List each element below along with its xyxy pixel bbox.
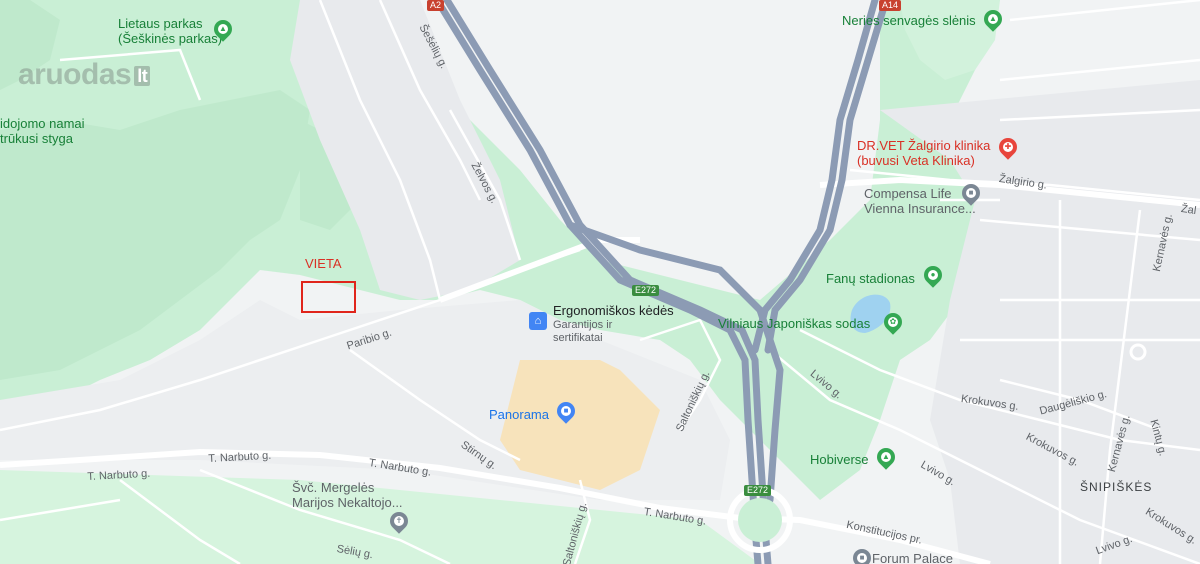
poi-name-line-2: Garantijos ir: [553, 319, 613, 331]
road-shield-a2: A2: [427, 0, 445, 11]
poi-name-line-1: Švč. Mergelės: [292, 480, 375, 495]
map-base-layer: [0, 0, 1200, 564]
park-label-lietaus[interactable]: Lietaus parkas (Šeškinės parkas): [118, 16, 222, 46]
park-name-line-2: trūkusi styga: [0, 131, 73, 146]
poi-label-svc[interactable]: Švč. Mergelės Marijos Nekaltojo...: [292, 480, 403, 510]
park-label-vidojomo[interactable]: idojomo namai trūkusi styga: [0, 116, 85, 146]
poi-name-line-1: DR.VET Žalgirio klinika: [857, 138, 991, 153]
road-shield-a14: A14: [879, 0, 902, 11]
aruodas-watermark: aruodas lt: [18, 58, 151, 92]
poi-name-line-2: Marijos Nekaltojo...: [292, 495, 403, 510]
poi-name-line-1: Ergonomiškos kėdės: [553, 303, 674, 318]
watermark-brand: aruodas: [18, 58, 132, 91]
poi-label-japonu[interactable]: Vilniaus Japoniškas sodas: [718, 316, 870, 331]
poi-name-line-3: sertifikatai: [553, 332, 603, 344]
map-view[interactable]: aruodas lt VIETA Lietaus parkas (Šeškinės…: [0, 0, 1200, 564]
park-label-neries[interactable]: Neries senvagės slėnis: [842, 13, 976, 28]
poi-label-hobiverse[interactable]: Hobiverse: [810, 452, 869, 467]
poi-name-line-1: Compensa Life: [864, 186, 952, 201]
park-name-line-1: idojomo namai: [0, 116, 85, 131]
park-name-line-2: (Šeškinės parkas): [118, 31, 223, 46]
vieta-label: VIETA: [305, 256, 342, 271]
watermark-suffix: lt: [134, 65, 151, 86]
shopping-bag-icon[interactable]: ⌂: [529, 312, 547, 330]
poi-label-forum[interactable]: Forum Palace: [872, 552, 953, 564]
poi-label-panorama[interactable]: Panorama: [489, 408, 549, 422]
road-shield-e272: E272: [744, 485, 772, 496]
district-label-snipiskes: ŠNIPIŠKĖS: [1080, 480, 1153, 494]
poi-label-ergo[interactable]: Ergonomiškos kėdės Garantijos ir sertifi…: [553, 303, 674, 345]
road-shield-e272: E272: [632, 285, 660, 296]
street-label: Žal: [1180, 202, 1197, 218]
poi-name-line-2: (buvusi Veta Klinika): [857, 153, 975, 168]
poi-label-drvet[interactable]: DR.VET Žalgirio klinika (buvusi Veta Kli…: [857, 138, 990, 168]
poi-label-compensa[interactable]: Compensa Life Vienna Insurance...: [864, 186, 976, 216]
vieta-rectangle[interactable]: [301, 281, 356, 313]
poi-name-line-2: Vienna Insurance...: [864, 201, 976, 216]
park-name-line-1: Lietaus parkas: [118, 16, 203, 31]
poi-label-fanu[interactable]: Fanų stadionas: [826, 271, 915, 286]
